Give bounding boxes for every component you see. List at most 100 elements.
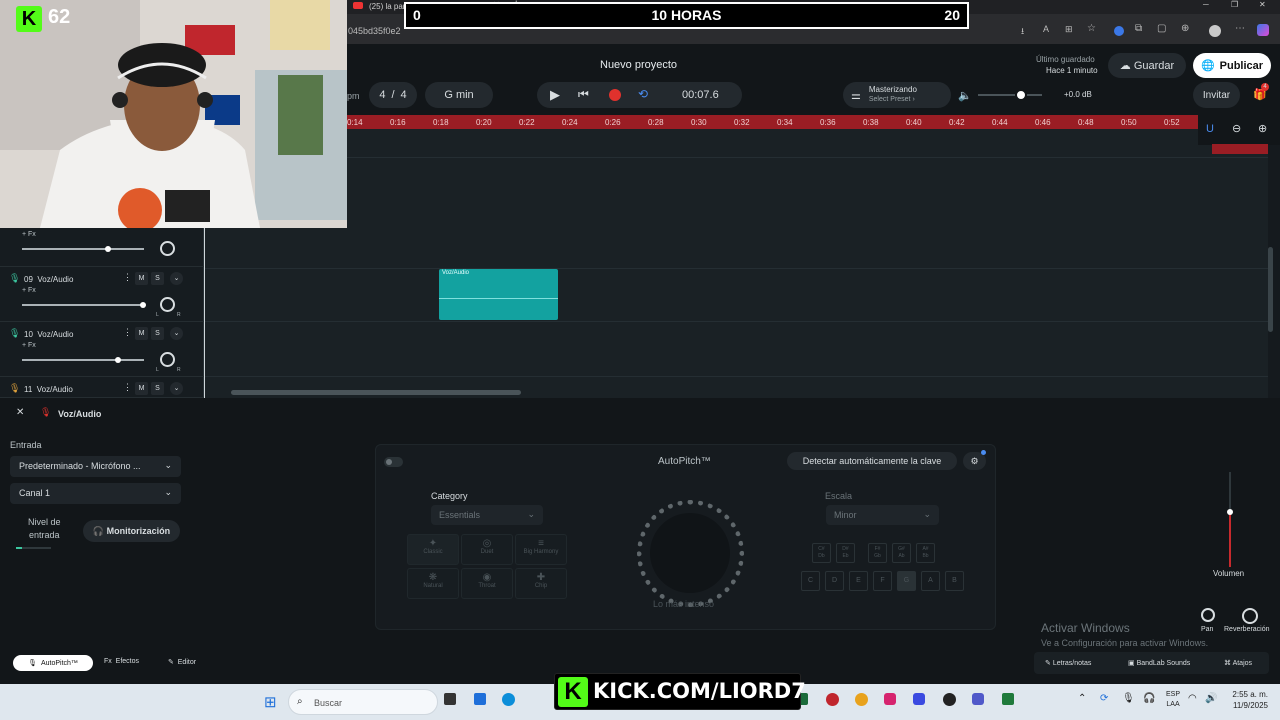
bpm-label[interactable]: pm xyxy=(347,91,360,101)
microphone-icon[interactable]: 🎙 xyxy=(1122,693,1135,704)
add-fx-button[interactable]: + Fx xyxy=(22,231,36,238)
profile-avatar[interactable] xyxy=(1209,25,1221,37)
master-volume-knob[interactable] xyxy=(1015,89,1027,101)
taskbar-search[interactable]: ⌕ Buscar xyxy=(288,689,438,715)
note-key[interactable]: F# Gb xyxy=(868,543,887,563)
bandlab-sounds-button[interactable]: ▣ BandLab Sounds xyxy=(1128,659,1190,667)
track-name[interactable]: Voz/Audio xyxy=(37,275,73,284)
solo-button[interactable]: S xyxy=(151,382,164,395)
mute-button[interactable]: M xyxy=(135,327,148,340)
app-icon[interactable] xyxy=(1002,693,1014,705)
note-key[interactable]: D xyxy=(825,571,844,591)
mute-button[interactable]: M xyxy=(135,272,148,285)
slider-knob[interactable] xyxy=(115,357,121,363)
add-fx-button[interactable]: + Fx xyxy=(22,342,36,349)
edge-icon[interactable] xyxy=(502,693,515,706)
note-key[interactable]: G xyxy=(897,571,916,591)
track-name[interactable]: Voz/Audio xyxy=(37,385,73,394)
slider-knob[interactable] xyxy=(105,246,111,252)
pan-knob[interactable] xyxy=(160,297,175,312)
app-icon[interactable] xyxy=(826,693,839,706)
tiktok-icon[interactable] xyxy=(884,693,896,705)
lyrics-notes-button[interactable]: ✎ Letras/notas xyxy=(1045,659,1091,667)
wifi-icon[interactable]: ◠ xyxy=(1188,693,1197,704)
reverb-knob[interactable] xyxy=(1242,608,1258,624)
effect-preset-tile[interactable]: ❋ Natural xyxy=(407,568,459,599)
clock[interactable]: 2:55 a. m. 11/9/2025 xyxy=(1228,689,1268,711)
effect-preset-tile[interactable]: ✦ Classic xyxy=(407,534,459,565)
note-key[interactable]: D# Eb xyxy=(836,543,855,563)
teams-icon[interactable] xyxy=(972,693,984,705)
volume-fader-knob[interactable] xyxy=(1227,509,1233,515)
record-button[interactable] xyxy=(609,89,621,101)
note-key[interactable]: C# Db xyxy=(812,543,831,563)
chevron-down-icon[interactable]: ⌄ xyxy=(170,272,183,285)
detect-key-button[interactable]: Detectar automáticamente la clave xyxy=(787,452,957,470)
more-icon[interactable]: ⋮ xyxy=(123,272,132,283)
read-aloud-icon[interactable]: A xyxy=(1043,24,1049,34)
apps-icon[interactable]: ⊞ xyxy=(1065,24,1073,35)
vertical-scrollbar[interactable] xyxy=(1268,247,1273,332)
tab-autopitch[interactable]: 🎙 AutoPitch™ xyxy=(13,655,93,671)
add-fx-button[interactable]: + Fx xyxy=(22,287,36,294)
track-volume-slider[interactable] xyxy=(22,357,144,363)
publish-button[interactable]: 🌐 Publicar xyxy=(1193,53,1271,78)
more-icon[interactable]: ⋮ xyxy=(123,382,132,393)
master-volume-slider[interactable] xyxy=(978,89,1042,101)
language-indicator[interactable]: ESP LAA xyxy=(1166,690,1180,710)
mute-button[interactable]: M xyxy=(135,382,148,395)
tab-editor[interactable]: ✎ Editor xyxy=(168,658,196,666)
timeline-ruler[interactable]: 0:14 0:16 0:18 0:20 0:22 0:24 0:26 0:28 0:30 0:32… xyxy=(347,115,1198,129)
pan-knob[interactable] xyxy=(160,241,175,256)
effect-preset-tile[interactable]: ◎ Duet xyxy=(461,534,513,565)
track-row[interactable]: 🎙 11 Voz/Audio ⋮ M S ⌄ xyxy=(0,377,204,398)
minimize-icon[interactable]: ─ xyxy=(1203,0,1209,9)
audio-clip[interactable]: Voz/Audio xyxy=(439,269,558,320)
chevron-down-icon[interactable]: ⌄ xyxy=(170,382,183,395)
pan-knob[interactable] xyxy=(1201,608,1215,622)
track-row[interactable]: 🎙 09 Voz/Audio ⋮ M S ⌄ + Fx L R xyxy=(0,267,204,322)
track-row[interactable]: 🎙 10 Voz/Audio ⋮ M S ⌄ + Fx L R xyxy=(0,322,204,377)
close-window-icon[interactable]: ✕ xyxy=(1259,0,1266,9)
channel-select[interactable]: Canal 1 ⌄ xyxy=(10,483,181,504)
slider-knob[interactable] xyxy=(140,302,146,308)
note-key[interactable]: E xyxy=(849,571,868,591)
extensions-icon[interactable]: ⧉ xyxy=(1135,23,1142,34)
loop-icon[interactable]: ⟲ xyxy=(638,87,648,101)
magnet-icon[interactable]: U xyxy=(1206,123,1214,135)
favorites-icon[interactable]: ☆ xyxy=(1087,23,1096,34)
solo-button[interactable]: S xyxy=(151,327,164,340)
windows-start-icon[interactable]: ⊞ xyxy=(264,693,277,711)
note-key[interactable]: C xyxy=(801,571,820,591)
monitoring-button[interactable]: 🎧 Monitorización xyxy=(83,520,180,542)
track-volume-slider[interactable] xyxy=(22,246,144,252)
volume-fader-track[interactable] xyxy=(1213,472,1235,567)
store-icon[interactable] xyxy=(474,693,486,705)
save-button[interactable]: ☁ Guardar xyxy=(1108,53,1186,78)
input-device-select[interactable]: Predeterminado - Micrófono ... ⌄ xyxy=(10,456,181,477)
tab-effects[interactable]: Fx Efectos xyxy=(104,658,139,665)
copilot-icon[interactable] xyxy=(1257,24,1269,36)
horizontal-scrollbar[interactable] xyxy=(231,390,521,395)
note-key[interactable]: F xyxy=(873,571,892,591)
zoom-in-icon[interactable]: ⊕ xyxy=(1258,122,1267,135)
dial-center[interactable] xyxy=(650,513,730,593)
note-key[interactable]: B xyxy=(945,571,964,591)
app-icon[interactable] xyxy=(943,693,956,706)
note-key[interactable]: G# Ab xyxy=(892,543,911,563)
note-key[interactable]: A xyxy=(921,571,940,591)
speaker-icon[interactable]: 🔈 xyxy=(958,89,972,102)
effect-preset-tile[interactable]: ≡ Big Harmony xyxy=(515,534,567,565)
solo-button[interactable]: S xyxy=(151,272,164,285)
scale-select[interactable]: Minor ⌄ xyxy=(826,505,939,525)
track-name[interactable]: Voz/Audio xyxy=(37,330,73,339)
headset-icon[interactable]: 🎧 xyxy=(1143,693,1155,704)
note-key[interactable]: A# Bb xyxy=(916,543,935,563)
split-screen-icon[interactable]: ▢ xyxy=(1157,23,1166,34)
effect-preset-tile[interactable]: ✚ Chip xyxy=(515,568,567,599)
volume-icon[interactable]: 🔊 xyxy=(1205,693,1217,704)
effect-preset-tile[interactable]: ◉ Throat xyxy=(461,568,513,599)
skip-back-icon[interactable]: ⏮ xyxy=(578,87,589,102)
more-icon[interactable]: ⋯ xyxy=(1235,23,1245,34)
task-view-icon[interactable] xyxy=(444,693,456,705)
